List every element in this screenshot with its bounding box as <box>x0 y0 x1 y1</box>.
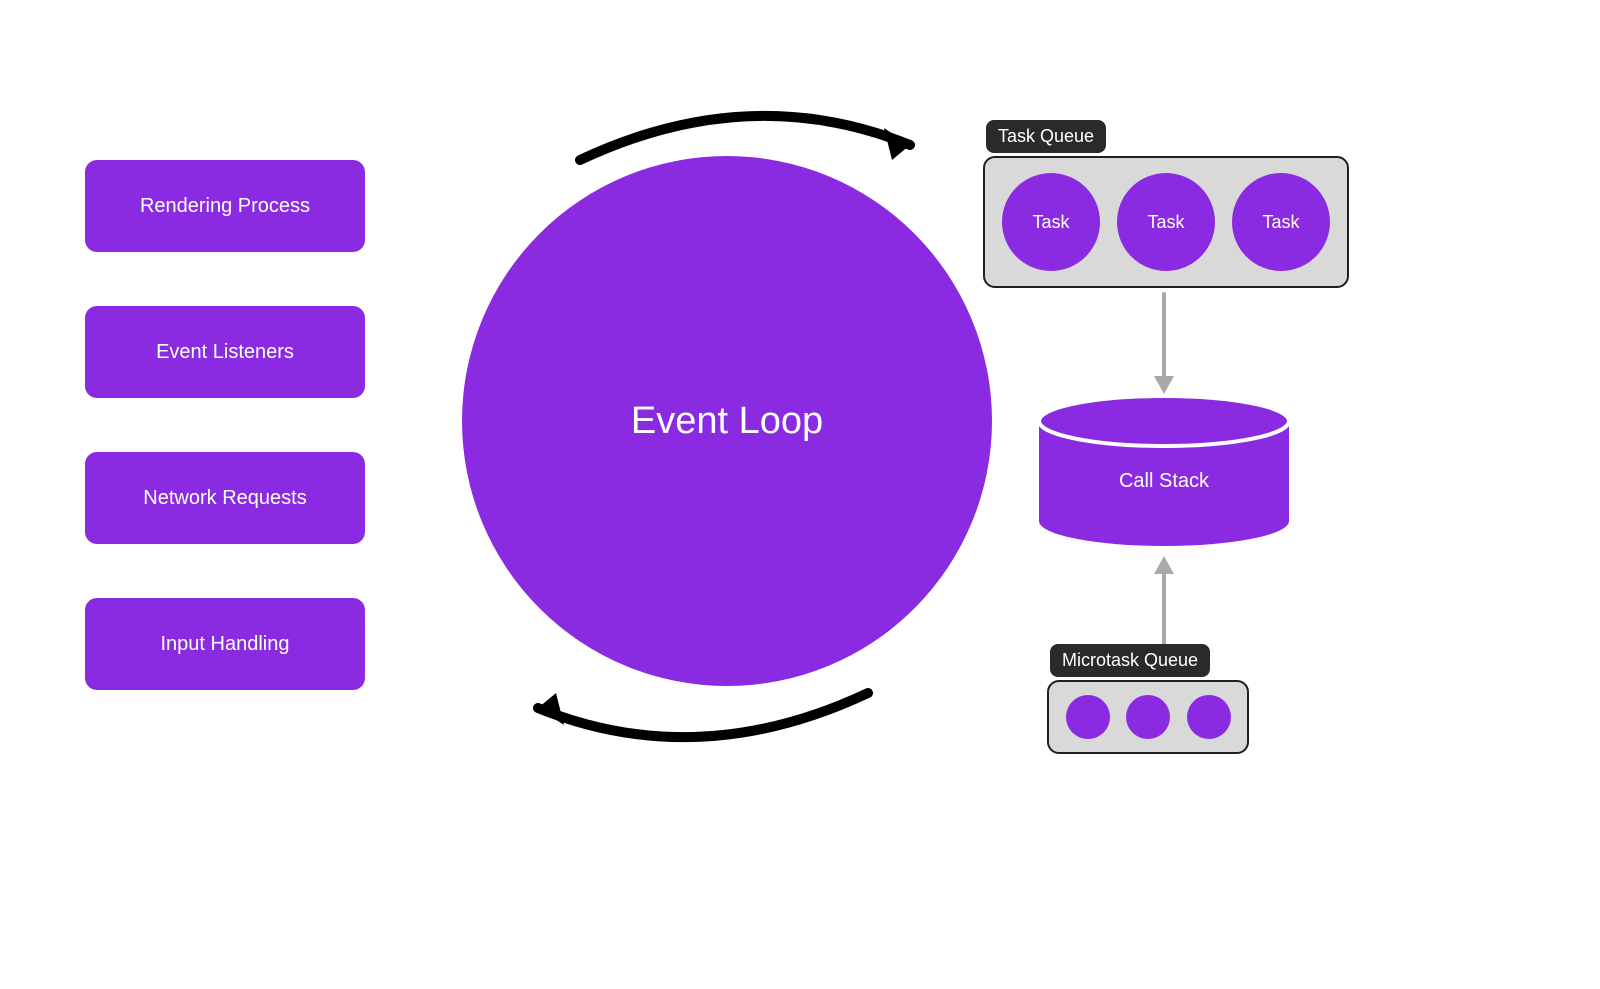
box-event-listeners: Event Listeners <box>85 306 365 398</box>
task-item: Task <box>1002 173 1100 271</box>
box-label: Rendering Process <box>140 195 310 218</box>
microtask-item <box>1187 695 1231 739</box>
box-input-handling: Input Handling <box>85 598 365 690</box>
box-network-requests: Network Requests <box>85 452 365 544</box>
box-label: Event Listeners <box>156 341 294 364</box>
microtask-queue-label: Microtask Queue <box>1050 644 1210 677</box>
arrow-bottom-icon <box>508 663 888 763</box>
call-stack-cylinder: Call Stack <box>1039 396 1289 546</box>
box-label: Input Handling <box>161 633 290 656</box>
arrow-top-icon <box>560 90 940 190</box>
microtask-item <box>1126 695 1170 739</box>
task-item: Task <box>1232 173 1330 271</box>
task-item: Task <box>1117 173 1215 271</box>
event-loop-circle: Event Loop <box>462 156 992 686</box>
diagram-canvas: Rendering Process Event Listeners Networ… <box>0 0 1600 989</box>
microtask-queue-container <box>1047 680 1249 754</box>
microtask-item <box>1066 695 1110 739</box>
event-loop-label: Event Loop <box>631 400 823 443</box>
box-label: Network Requests <box>143 487 306 510</box>
box-rendering-process: Rendering Process <box>85 160 365 252</box>
task-queue-container: Task Task Task <box>983 156 1349 288</box>
arrow-down-icon <box>1148 290 1180 398</box>
call-stack-label: Call Stack <box>1039 470 1289 493</box>
task-queue-label: Task Queue <box>986 120 1106 153</box>
